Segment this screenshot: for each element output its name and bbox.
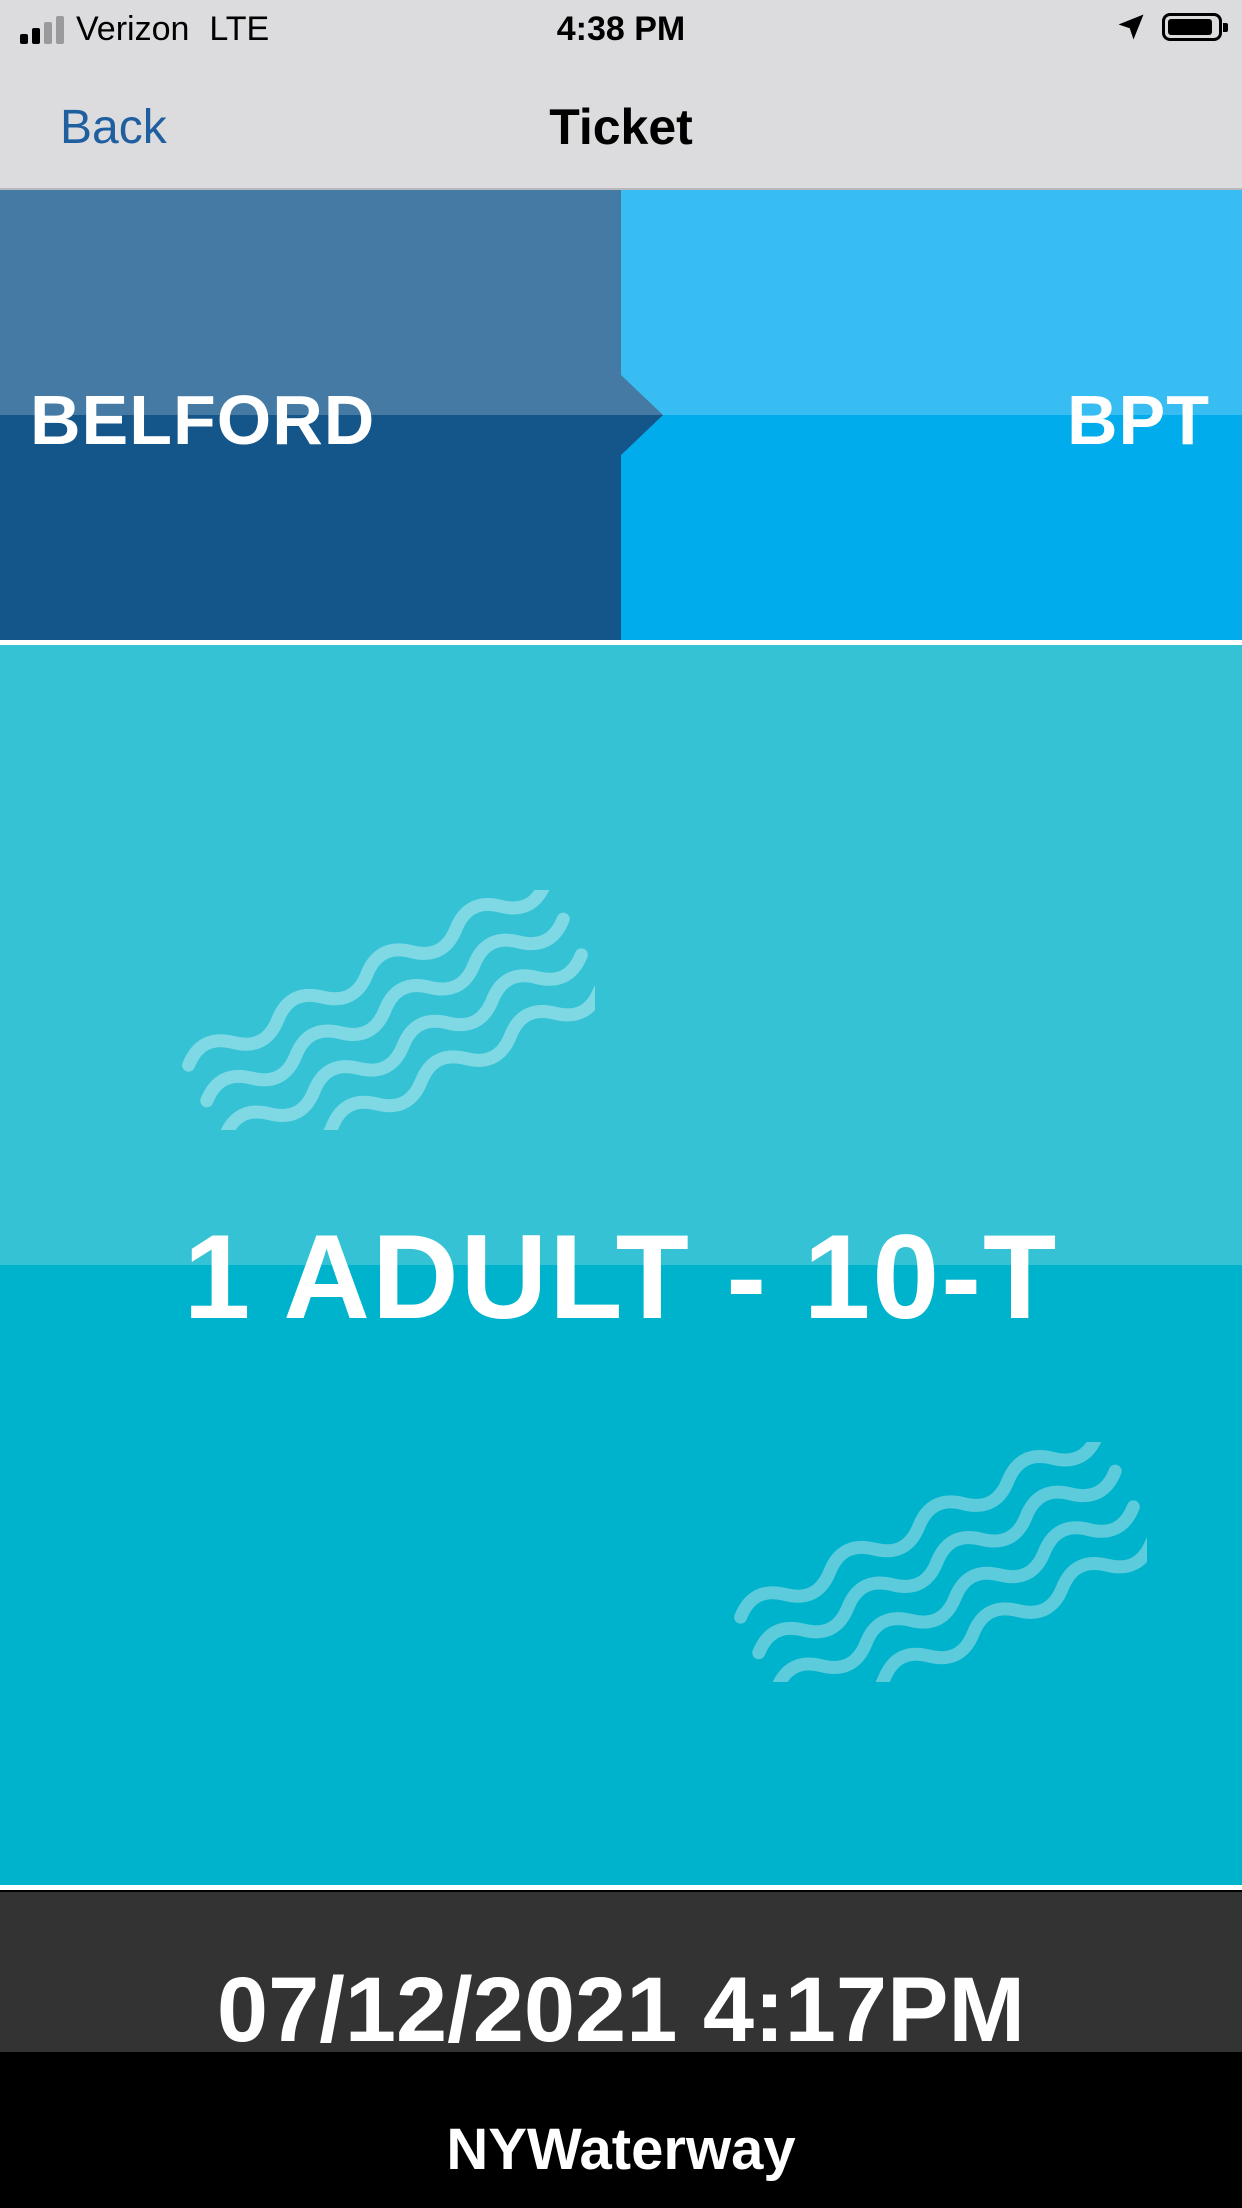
ticket-panel: 1 ADULT - 10-T — [0, 645, 1242, 1885]
battery-icon — [1162, 13, 1228, 41]
brand-logo: NYWaterway — [446, 2117, 796, 2182]
divider — [0, 1885, 1242, 1890]
ticket-datetime: 07/12/2021 4:17PM — [216, 1959, 1026, 2061]
route-arrow-icon — [621, 375, 663, 455]
location-arrow-icon — [1118, 14, 1144, 40]
destination-label: BPT — [1067, 381, 1210, 459]
page-title: Ticket — [549, 99, 693, 155]
waves-icon — [182, 890, 595, 1130]
navigation-bar: Back Ticket — [0, 60, 1242, 190]
status-right — [1116, 12, 1228, 42]
footer: NYWaterway — [0, 2052, 1242, 2208]
activation-date-bar: 07/12/2021 4:17PM — [0, 1892, 1242, 2061]
ticket-type: 1 ADULT - 10-T — [183, 1210, 1059, 1344]
route-banner: BELFORD BPT — [0, 190, 1242, 640]
waves-icon — [734, 1442, 1147, 1682]
status-time: 4:38 PM — [556, 10, 686, 48]
origin-label: BELFORD — [30, 381, 376, 459]
status-bar: Verizon LTE 4:38 PM — [0, 0, 1242, 60]
